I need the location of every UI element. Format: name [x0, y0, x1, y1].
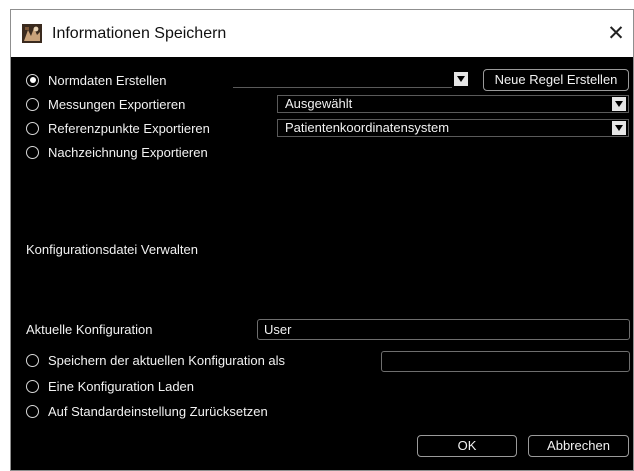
option-save-as[interactable]: Speichern der aktuellen Konfiguration al…	[26, 349, 285, 371]
new-rule-button[interactable]: Neue Regel Erstellen	[483, 69, 629, 91]
radio-referenzpunkte[interactable]	[26, 121, 39, 135]
app-icon	[22, 24, 42, 43]
close-button[interactable]: ✕	[604, 21, 628, 45]
option-save-as-label: Speichern der aktuellen Konfiguration al…	[48, 352, 286, 368]
option-load[interactable]: Eine Konfiguration Laden	[26, 375, 194, 397]
option-reset[interactable]: Auf Standardeinstellung Zurücksetzen	[26, 400, 268, 422]
norm-select-underline	[233, 87, 468, 88]
save-as-field[interactable]	[381, 351, 630, 372]
title-bar: Informationen Speichern ✕	[11, 10, 633, 57]
dialog-content: Normdaten Erstellen Neue Regel Erstellen…	[11, 57, 633, 470]
chevron-down-icon[interactable]	[612, 97, 626, 111]
option-normdaten-label: Normdaten Erstellen	[48, 72, 167, 88]
option-normdaten[interactable]: Normdaten Erstellen	[26, 69, 167, 91]
save-info-dialog: Informationen Speichern ✕ Normdaten Erst…	[10, 9, 634, 471]
option-messungen-label: Messungen Exportieren	[48, 96, 186, 112]
option-nachzeichnung-label: Nachzeichnung Exportieren	[48, 144, 208, 160]
option-referenzpunkte-label: Referenzpunkte Exportieren	[48, 120, 210, 136]
current-config-field[interactable]: User	[257, 319, 630, 340]
radio-load[interactable]	[26, 379, 39, 393]
ok-button[interactable]: OK	[417, 435, 517, 457]
option-load-label: Eine Konfiguration Laden	[48, 378, 195, 394]
radio-messungen[interactable]	[26, 97, 39, 111]
measurements-select[interactable]: Ausgewählt	[277, 95, 629, 113]
close-icon: ✕	[607, 21, 625, 45]
radio-save-as[interactable]	[26, 353, 39, 367]
radio-reset[interactable]	[26, 404, 39, 418]
cancel-button[interactable]: Abbrechen	[528, 435, 629, 457]
reference-select[interactable]: Patientenkoordinatensystem	[277, 119, 629, 137]
option-messungen[interactable]: Messungen Exportieren	[26, 93, 185, 115]
chevron-down-icon[interactable]	[454, 72, 468, 86]
config-section-title: Konfigurationsdatei Verwalten	[26, 242, 199, 257]
current-config-label: Aktuelle Konfiguration	[26, 322, 153, 337]
option-reset-label: Auf Standardeinstellung Zurücksetzen	[48, 403, 268, 419]
reference-select-value: Patientenkoordinatensystem	[285, 120, 450, 135]
chevron-down-icon[interactable]	[612, 121, 626, 135]
norm-select[interactable]	[452, 71, 470, 89]
measurements-select-value: Ausgewählt	[285, 96, 353, 111]
option-referenzpunkte[interactable]: Referenzpunkte Exportieren	[26, 117, 210, 139]
radio-normdaten[interactable]	[26, 73, 39, 87]
option-nachzeichnung[interactable]: Nachzeichnung Exportieren	[26, 141, 208, 163]
radio-nachzeichnung[interactable]	[26, 145, 39, 159]
window-title: Informationen Speichern	[52, 25, 227, 42]
